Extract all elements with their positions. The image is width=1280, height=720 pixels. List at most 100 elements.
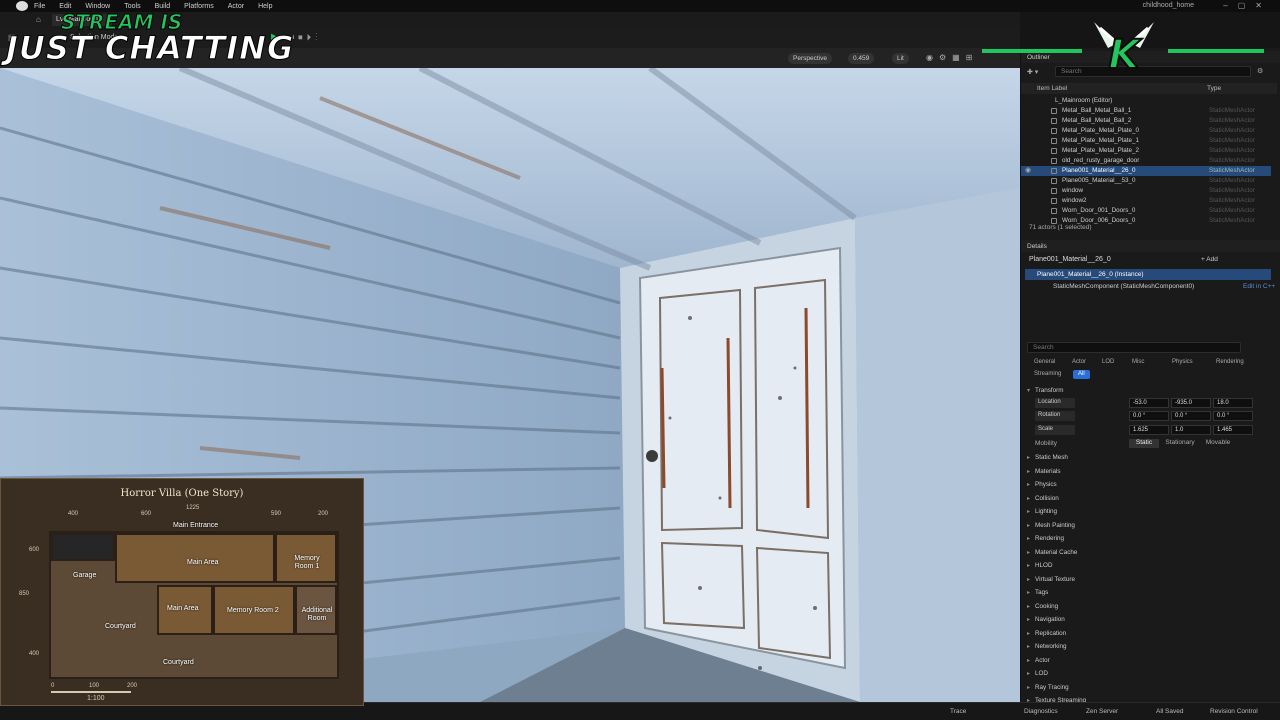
outliner-row[interactable]: window2 StaticMeshActor	[1021, 196, 1271, 206]
category-tab-rendering[interactable]: Rendering	[1211, 358, 1249, 367]
row-name: window	[1062, 187, 1083, 194]
category-tab-physics[interactable]: Physics	[1167, 358, 1198, 367]
category-tab-actor[interactable]: Actor	[1067, 358, 1091, 367]
instance-row[interactable]: Plane001_Material__26_0 (Instance)	[1025, 269, 1271, 280]
menu-file[interactable]: File	[34, 3, 45, 10]
category-tab-general[interactable]: General	[1029, 358, 1060, 367]
actor-count: 71 actors (1 selected)	[1029, 224, 1092, 231]
component-row[interactable]: StaticMeshComponent (StaticMeshComponent…	[1053, 283, 1194, 290]
outliner-row[interactable]: Metal_Plate_Metal_Plate_0 StaticMeshActor	[1021, 126, 1271, 136]
location-label[interactable]: Location	[1035, 398, 1075, 408]
scale-label-field[interactable]: Scale	[1035, 425, 1075, 435]
rotation-y[interactable]: 0.0 °	[1171, 411, 1211, 421]
mobility-stationary[interactable]: Stationary	[1161, 439, 1199, 448]
transform-section[interactable]: ▾ Transform	[1021, 384, 1271, 397]
row-name: Metal_Ball_Metal_Ball_1	[1062, 107, 1132, 114]
filter-icon[interactable]: ✚ ▾	[1027, 68, 1038, 76]
outliner-row[interactable]: old_red_rusty_garage_door StaticMeshActor	[1021, 156, 1271, 166]
outliner-row[interactable]: Plane005_Material__53_0 StaticMeshActor	[1021, 176, 1271, 186]
scale-x[interactable]: 1.625	[1129, 425, 1169, 435]
details-section[interactable]: ▸ HLOD	[1021, 559, 1271, 572]
edit-cpp-link[interactable]: Edit in C++	[1243, 283, 1275, 290]
rotation-x[interactable]: 0.0 °	[1129, 411, 1169, 421]
details-section[interactable]: ▸ Replication	[1021, 627, 1271, 640]
viewport-options-icon[interactable]: ◉⚙▦⊞	[926, 53, 978, 62]
root-label: L_Mainroom (Editor)	[1055, 97, 1113, 104]
menu-edit[interactable]: Edit	[59, 3, 71, 10]
details-search-input[interactable]: Search	[1027, 342, 1241, 353]
location-x[interactable]: -53.0	[1129, 398, 1169, 408]
col-type[interactable]: Type	[1207, 85, 1221, 92]
category-tab-lod[interactable]: LOD	[1097, 358, 1119, 367]
scale-z[interactable]: 1.465	[1213, 425, 1253, 435]
details-section[interactable]: ▸ Static Mesh	[1021, 451, 1271, 464]
revision-control-button[interactable]: Revision Control	[1210, 708, 1258, 715]
details-title: Details	[1027, 243, 1047, 250]
details-section[interactable]: ▸ Materials	[1021, 465, 1271, 478]
mobility-static[interactable]: Static	[1129, 439, 1159, 448]
section-label: Material Cache	[1035, 548, 1078, 556]
zen-server-button[interactable]: Zen Server	[1086, 708, 1118, 715]
details-section[interactable]: ▸ Mesh Painting	[1021, 519, 1271, 532]
trace-button[interactable]: Trace	[950, 708, 966, 715]
outliner-row[interactable]: Metal_Plate_Metal_Plate_2 StaticMeshActor	[1021, 146, 1271, 156]
outliner-root-row[interactable]: L_Mainroom (Editor)	[1021, 96, 1271, 106]
window-controls[interactable]: –▢✕	[1223, 1, 1272, 10]
details-section[interactable]: ▸ Cooking	[1021, 600, 1271, 613]
row-type: StaticMeshActor	[1209, 157, 1255, 164]
rotation-z[interactable]: 0.0 °	[1213, 411, 1253, 421]
category-tab-misc[interactable]: Misc	[1127, 358, 1149, 367]
location-y[interactable]: -935.0	[1171, 398, 1211, 408]
row-type: StaticMeshActor	[1209, 167, 1255, 174]
details-section[interactable]: ▸ Ray Tracing	[1021, 681, 1271, 694]
add-component-button[interactable]: + Add	[1201, 256, 1218, 263]
row-name: Metal_Plate_Metal_Plate_1	[1062, 137, 1140, 144]
details-section[interactable]: ▸ Navigation	[1021, 613, 1271, 626]
outliner-row[interactable]: Metal_Ball_Metal_Ball_2 StaticMeshActor	[1021, 116, 1271, 126]
outliner-row[interactable]: Worn_Door_001_Doors_0 StaticMeshActor	[1021, 206, 1271, 216]
diagnostics-button[interactable]: Diagnostics	[1024, 708, 1058, 715]
outliner-row[interactable]: Metal_Ball_Metal_Ball_1 StaticMeshActor	[1021, 106, 1271, 116]
settings-icon[interactable]: ⚙	[1257, 67, 1263, 75]
details-section[interactable]: ▸ Tags	[1021, 586, 1271, 599]
actor-name-field[interactable]: Plane001_Material__26_0	[1029, 256, 1111, 263]
rotation-label[interactable]: Rotation	[1035, 411, 1075, 421]
details-section[interactable]: ▸ Actor	[1021, 654, 1271, 667]
details-section[interactable]: ▸ Collision	[1021, 492, 1271, 505]
outliner-row[interactable]: Plane001_Material__26_0 StaticMeshActor ◉	[1021, 166, 1271, 176]
menu-help[interactable]: Help	[258, 3, 272, 10]
static-mesh-icon	[1051, 108, 1057, 114]
category-tab-streaming[interactable]: Streaming	[1029, 370, 1066, 379]
menu-platforms[interactable]: Platforms	[184, 3, 214, 10]
fov-field[interactable]: 0.459	[848, 53, 875, 64]
details-section[interactable]: ▸ Material Cache	[1021, 546, 1271, 559]
location-z[interactable]: 18.0	[1213, 398, 1253, 408]
category-tab-all[interactable]: All	[1073, 370, 1090, 379]
details-section[interactable]: ▸ Networking	[1021, 640, 1271, 653]
details-section[interactable]: ▸ Lighting	[1021, 505, 1271, 518]
lit-button[interactable]: Lit	[892, 53, 909, 64]
details-section[interactable]: ▸ Physics	[1021, 478, 1271, 491]
unreal-logo-icon[interactable]	[16, 1, 28, 11]
dim-label: 590	[271, 511, 282, 517]
scale-y[interactable]: 1.0	[1171, 425, 1211, 435]
chevron-right-icon: ▸	[1027, 590, 1031, 596]
outliner-row[interactable]: Metal_Plate_Metal_Plate_1 StaticMeshActor	[1021, 136, 1271, 146]
details-section[interactable]: ▸ LOD	[1021, 667, 1271, 680]
details-section[interactable]: ▸ Virtual Texture	[1021, 573, 1271, 586]
outliner-row[interactable]: window StaticMeshActor	[1021, 186, 1271, 196]
saved-status[interactable]: All Saved	[1156, 708, 1183, 715]
menu-build[interactable]: Build	[155, 3, 171, 10]
chevron-right-icon: ▸	[1027, 630, 1031, 637]
perspective-button[interactable]: Perspective	[788, 53, 832, 64]
menu-tools[interactable]: Tools	[124, 3, 140, 10]
mobility-movable[interactable]: Movable	[1201, 439, 1235, 448]
project-name: childhood_home	[1142, 2, 1194, 9]
details-section[interactable]: ▸ Rendering	[1021, 532, 1271, 545]
dim-label: 400	[29, 651, 40, 657]
menu-window[interactable]: Window	[85, 3, 110, 10]
section-label: LOD	[1035, 670, 1048, 677]
menu-actor[interactable]: Actor	[228, 3, 244, 10]
visibility-icon[interactable]: ◉	[1025, 166, 1031, 174]
col-item-label[interactable]: Item Label	[1037, 85, 1067, 92]
